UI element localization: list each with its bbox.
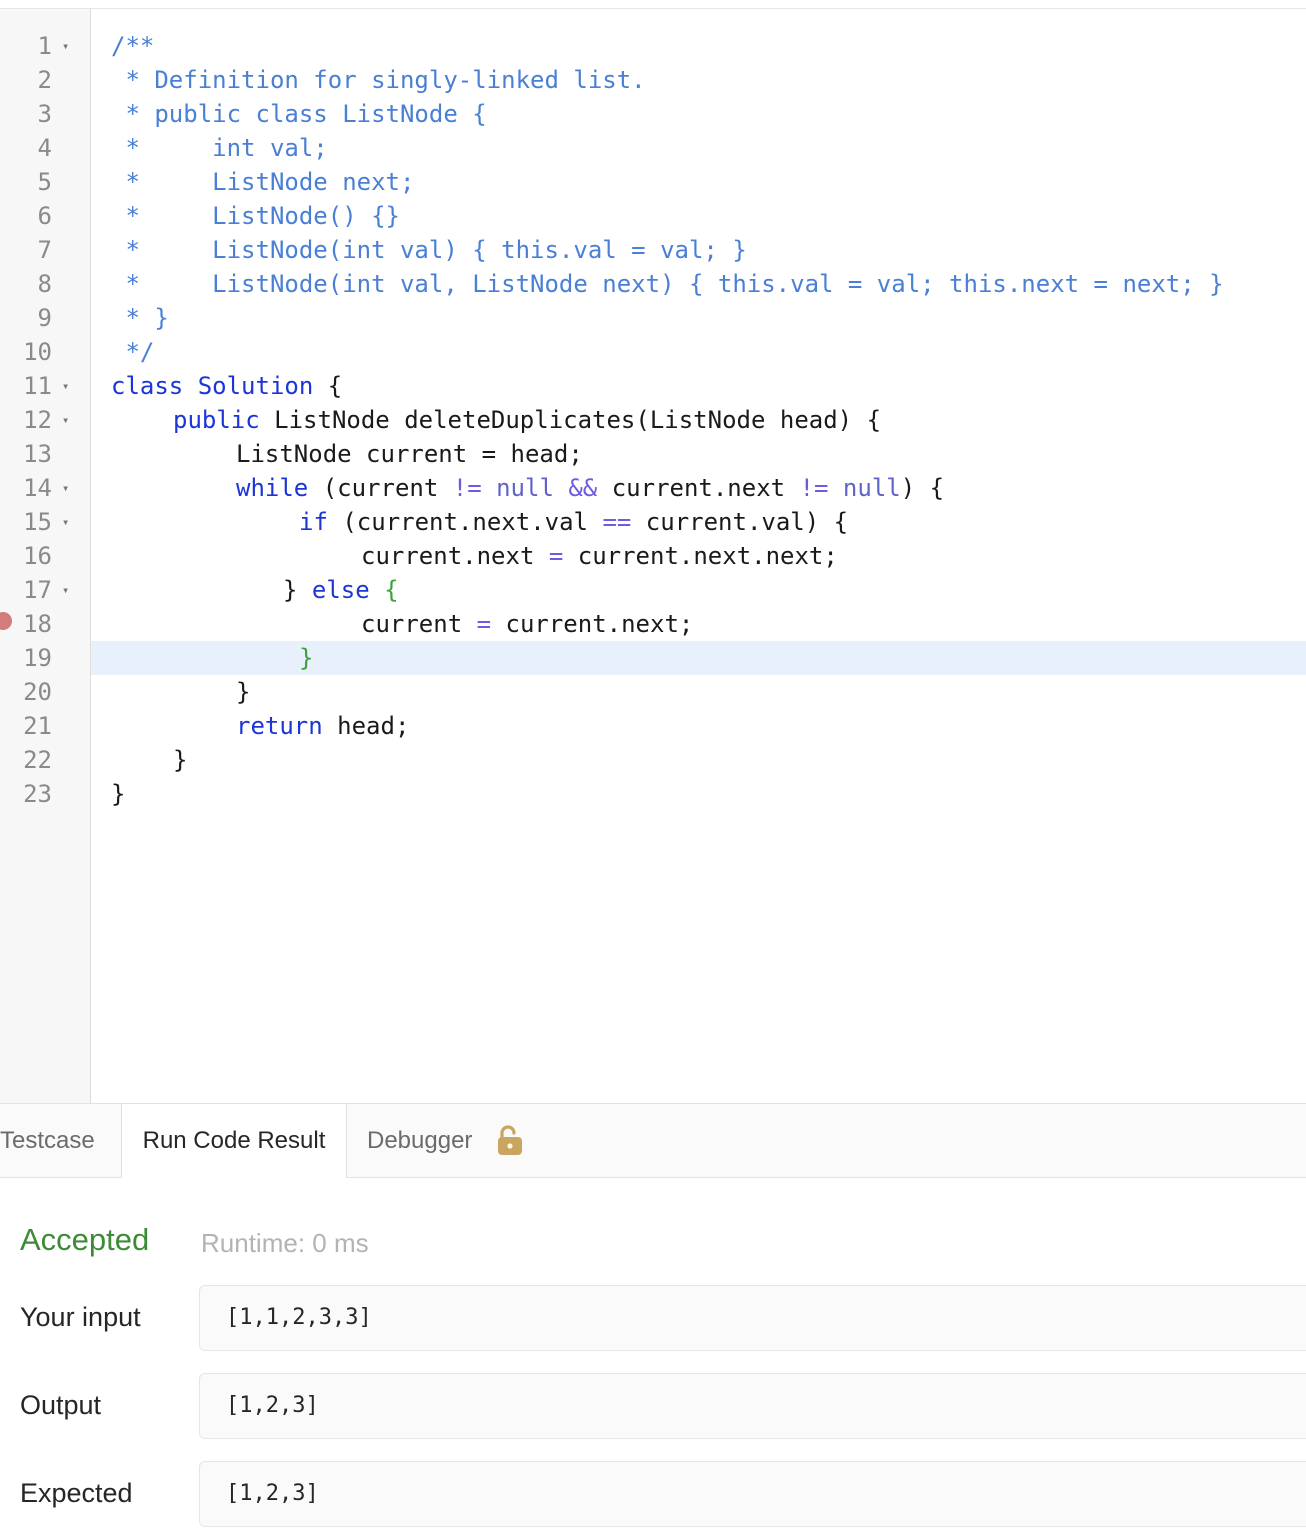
- output-box: [1,2,3]: [199, 1373, 1306, 1439]
- bottom-panel-tabs: Testcase Run Code Result Debugger: [0, 1103, 1306, 1178]
- fold-arrow-icon[interactable]: ▾: [62, 403, 69, 437]
- expected-box: [1,2,3]: [199, 1461, 1306, 1527]
- gutter-line-5: 5: [37, 168, 52, 196]
- code-line-18: current = current.next;: [361, 610, 694, 638]
- fold-arrow-icon[interactable]: ▾: [62, 369, 69, 403]
- gutter-line-8: 8: [37, 270, 52, 298]
- code-line-10: */: [111, 338, 155, 366]
- gutter-line-10: 10: [23, 338, 52, 366]
- tab-debugger[interactable]: Debugger: [367, 1104, 472, 1177]
- code-text-area[interactable]: /** * Definition for singly-linked list.…: [91, 9, 1306, 1103]
- gutter-line-20: 20: [23, 678, 52, 706]
- code-line-4: * int val;: [111, 134, 328, 162]
- code-line-16: current.next = current.next.next;: [361, 542, 838, 570]
- gutter-line-9: 9: [37, 304, 52, 332]
- fold-arrow-icon[interactable]: ▾: [62, 573, 69, 607]
- gutter-line-18[interactable]: 18: [0, 607, 90, 641]
- code-line-13: ListNode current = head;: [236, 440, 583, 468]
- gutter-line-16: 16: [23, 542, 52, 570]
- code-line-11: class Solution {: [111, 372, 343, 400]
- code-line-15: if (current.next.val == current.val) {: [299, 508, 849, 536]
- fold-arrow-icon[interactable]: ▾: [62, 29, 69, 63]
- tab-testcase[interactable]: Testcase: [0, 1104, 95, 1177]
- code-line-2: * Definition for singly-linked list.: [111, 66, 646, 94]
- gutter-line-23: 23: [23, 780, 52, 808]
- gutter-line-19: 19: [23, 644, 52, 672]
- code-line-17: } else {: [283, 576, 399, 604]
- your-input-box[interactable]: [1,1,2,3,3]: [199, 1285, 1306, 1351]
- gutter-line-6: 6: [37, 202, 52, 230]
- fold-arrow-icon[interactable]: ▾: [62, 471, 69, 505]
- code-editor[interactable]: 1 ▾ 2 3 4 5 6 7 8 9 10 11 ▾ 12 ▾ 13 14 ▾ 15 ▾…: [0, 9, 1306, 1103]
- line-number-gutter[interactable]: 1 ▾ 2 3 4 5 6 7 8 9 10 11 ▾ 12 ▾ 13 14 ▾ 15 ▾…: [0, 9, 91, 1103]
- gutter-line-1[interactable]: 1 ▾: [0, 29, 90, 63]
- gutter-line-22: 22: [23, 746, 52, 774]
- unlocked-padlock-icon[interactable]: [496, 1124, 524, 1156]
- output-label: Output: [20, 1390, 102, 1420]
- gutter-line-11[interactable]: 11 ▾: [0, 369, 90, 403]
- tab-run-code-result[interactable]: Run Code Result: [121, 1104, 347, 1178]
- code-line-19: }: [299, 644, 314, 672]
- code-line-3: * public class ListNode {: [111, 100, 487, 128]
- runtime-text: Runtime: 0 ms: [201, 1228, 369, 1258]
- code-line-1: /**: [111, 32, 155, 60]
- code-line-14: while (current != null && current.next !…: [236, 474, 945, 502]
- code-line-5: * ListNode next;: [111, 168, 415, 196]
- gutter-line-21: 21: [23, 712, 52, 740]
- code-line-6: * ListNode() {}: [111, 202, 400, 230]
- gutter-line-14[interactable]: 14 ▾: [0, 471, 90, 505]
- gutter-line-15[interactable]: 15 ▾: [0, 505, 90, 539]
- gutter-line-2: 2: [37, 66, 52, 94]
- code-line-21: return head;: [236, 712, 410, 740]
- expected-label: Expected: [20, 1478, 133, 1508]
- gutter-line-13: 13: [23, 440, 52, 468]
- gutter-line-3: 3: [37, 100, 52, 128]
- code-line-20: }: [236, 678, 251, 706]
- output-value: [1,2,3]: [226, 1393, 319, 1418]
- your-input-label: Your input: [20, 1302, 141, 1332]
- code-line-9: * }: [111, 304, 169, 332]
- code-line-8: * ListNode(int val, ListNode next) { thi…: [111, 270, 1224, 298]
- gutter-line-12[interactable]: 12 ▾: [0, 403, 90, 437]
- code-line-7: * ListNode(int val) { this.val = val; }: [111, 236, 747, 264]
- code-line-23: }: [111, 780, 126, 808]
- expected-value: [1,2,3]: [226, 1481, 319, 1506]
- fold-arrow-icon[interactable]: ▾: [62, 505, 69, 539]
- result-status: Accepted: [20, 1222, 150, 1257]
- gutter-line-17[interactable]: 17 ▾: [0, 573, 90, 607]
- your-input-value: [1,1,2,3,3]: [226, 1305, 372, 1330]
- code-line-12: public ListNode deleteDuplicates(ListNod…: [173, 406, 882, 434]
- gutter-line-4: 4: [37, 134, 52, 162]
- matched-brace-open: {: [384, 576, 399, 604]
- gutter-line-7: 7: [37, 236, 52, 264]
- code-line-22: }: [173, 746, 188, 774]
